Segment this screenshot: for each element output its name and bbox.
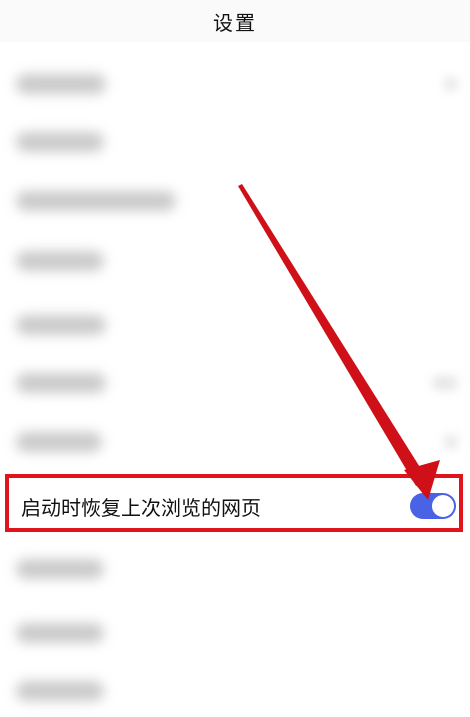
- blurred-label: [16, 681, 104, 701]
- page-title: 设置: [213, 10, 257, 35]
- blurred-setting-row[interactable]: [0, 662, 470, 717]
- blurred-label: [16, 251, 104, 271]
- settings-screen: 设置 启动时恢复上次浏览的网页: [0, 0, 470, 717]
- blurred-setting-row[interactable]: [0, 296, 470, 354]
- blurred-label: [16, 191, 176, 211]
- blurred-label: [16, 432, 102, 452]
- blurred-setting-row[interactable]: [0, 413, 470, 471]
- blurred-label: [16, 74, 106, 94]
- restore-last-session-row[interactable]: 启动时恢复上次浏览的网页: [5, 474, 463, 532]
- blurred-label: [16, 623, 104, 643]
- blurred-label: [16, 559, 104, 579]
- blurred-control: [444, 77, 458, 91]
- blurred-label: [16, 315, 106, 335]
- blurred-setting-row[interactable]: [0, 540, 470, 598]
- blurred-setting-row[interactable]: [0, 354, 470, 412]
- blurred-setting-row[interactable]: [0, 113, 470, 171]
- title-bar: 设置: [0, 0, 470, 42]
- blurred-setting-row[interactable]: [0, 172, 470, 230]
- restore-last-session-toggle[interactable]: [410, 493, 456, 519]
- blurred-setting-row[interactable]: [0, 232, 470, 290]
- blurred-label: [16, 132, 104, 152]
- blurred-control: [444, 435, 458, 449]
- blurred-label: [16, 373, 106, 393]
- restore-last-session-label: 启动时恢复上次浏览的网页: [21, 496, 261, 520]
- blurred-setting-row[interactable]: [0, 55, 470, 113]
- toggle-knob: [432, 495, 454, 517]
- blurred-toggle: [432, 376, 458, 390]
- blurred-setting-row[interactable]: [0, 604, 470, 662]
